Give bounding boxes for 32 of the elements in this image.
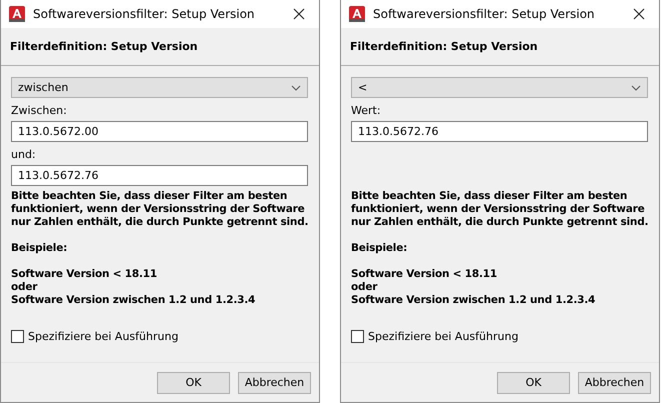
ok-button[interactable]: OK [497,372,570,394]
operator-dropdown[interactable]: < [351,77,648,98]
operator-dropdown[interactable]: zwischen [11,77,308,98]
hint-text: Bitte beachten Sie, dass dieser Filter am besten funktioniert, wenn der Versionsstring der Software nur Zahlen enthält, die durch Punkte getrennt sind. [350,190,650,229]
app-icon [9,6,25,22]
window-title: Softwareversionsfilter: Setup Version [33,6,256,22]
examples-heading: Beispiele: [10,242,68,255]
chevron-icon [291,84,301,90]
close-icon[interactable] [633,8,645,20]
app-icon [349,6,365,22]
window-title: Softwareversionsfilter: Setup Version [373,6,596,22]
cancel-button[interactable]: Abbrechen [238,372,311,394]
examples-heading: Beispiele: [350,242,408,255]
examples-text: Software Version < 18.11 oder Software Version zwischen 1.2 und 1.2.3.4 [10,268,256,307]
input-field[interactable]: 113.0.5672.76 [351,121,648,142]
examples-text: Software Version < 18.11 oder Software Version zwischen 1.2 und 1.2.3.4 [350,268,596,307]
close-icon[interactable] [293,8,305,20]
hint-text: Bitte beachten Sie, dass dieser Filter am besten funktioniert, wenn der Versionsstring der Software nur Zahlen enthält, die durch Punkte getrennt sind. [10,190,310,229]
cancel-button[interactable]: Abbrechen [578,372,651,394]
checkbox[interactable] [351,330,364,343]
input-field[interactable]: 113.0.5672.76 [11,165,308,186]
ok-button[interactable]: OK [157,372,230,394]
checkbox-label: Spezifiziere bei Ausführung [28,330,178,344]
field-label: Zwischen: [11,104,67,117]
input-field[interactable]: 113.0.5672.00 [11,121,308,142]
dialog-heading: Filterdefinition: Setup Version [10,40,198,54]
field-label: Wert: [351,104,381,117]
dialog-heading: Filterdefinition: Setup Version [350,40,538,54]
checkbox-label: Spezifiziere bei Ausführung [368,330,518,344]
field-label: und: [11,148,36,162]
checkbox[interactable] [11,330,24,343]
chevron-icon [631,84,641,90]
